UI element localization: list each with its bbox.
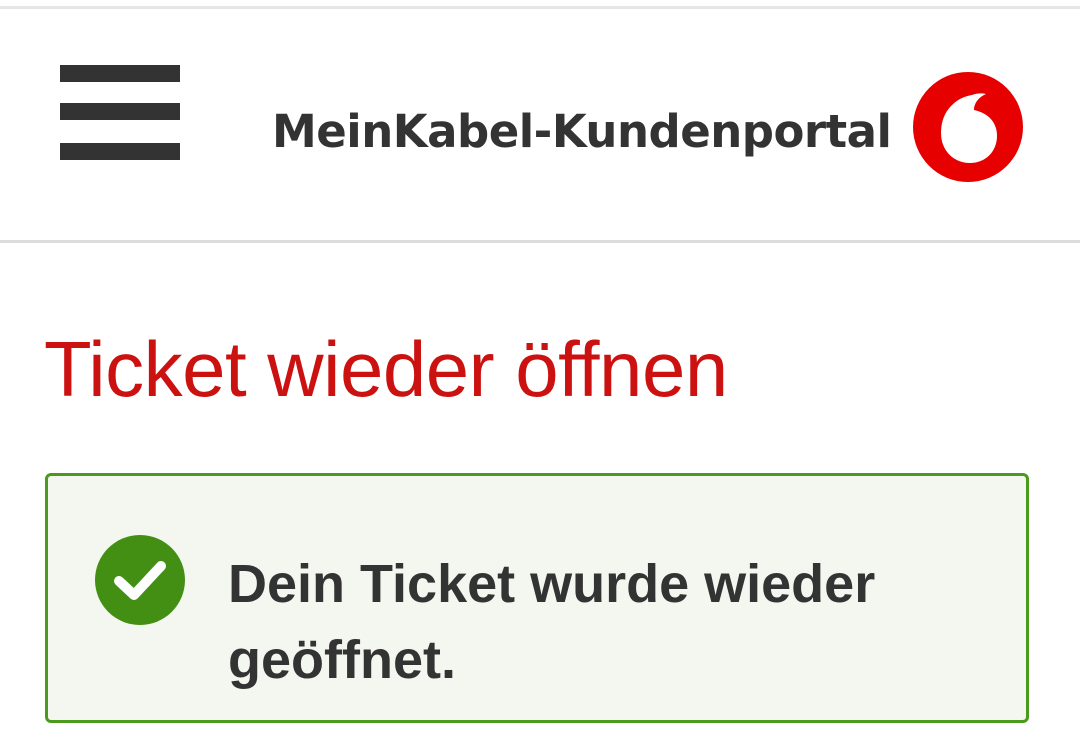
vodafone-logo-icon[interactable]: [912, 71, 1024, 183]
checkmark-circle-icon: [94, 534, 186, 626]
header-divider: [0, 240, 1080, 243]
app-header: MeinKabel-Kundenportal: [0, 9, 1080, 241]
hamburger-menu-button[interactable]: [60, 65, 180, 161]
alert-message: Dein Ticket wurde wieder geöffnet.: [228, 554, 876, 690]
page-title: Ticket wieder öffnen: [44, 325, 728, 413]
success-alert: Dein Ticket wurde wieder geöffnet.: [45, 473, 1029, 723]
menu-bar: [60, 143, 180, 160]
app-title: MeinKabel-Kundenportal: [272, 105, 892, 158]
menu-bar: [60, 65, 180, 82]
menu-bar: [60, 103, 180, 120]
